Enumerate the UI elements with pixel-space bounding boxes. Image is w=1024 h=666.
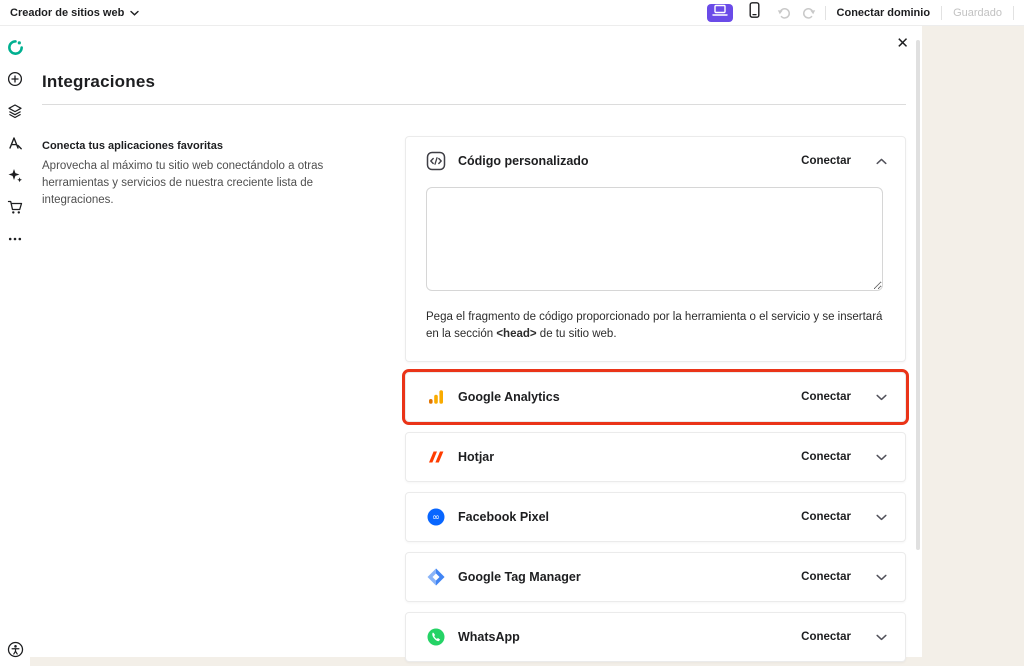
accessibility-icon[interactable] [6,640,24,658]
divider [941,6,942,20]
integration-name: Google Analytics [458,390,560,404]
card-header[interactable]: Código personalizado Conectar [406,137,905,185]
integration-card-custom-code: Código personalizado Conectar Pega el fr… [405,136,906,362]
whatsapp-icon [426,627,446,647]
connect-link[interactable]: Conectar [801,391,851,403]
card-header[interactable]: ∞ Facebook Pixel Conectar [406,493,905,541]
head-tag-text: <head> [496,328,536,340]
chevron-down-icon[interactable] [876,454,887,461]
integration-name: Google Tag Manager [458,570,581,584]
connect-link[interactable]: Conectar [801,451,851,463]
smartphone-icon [749,2,760,23]
help-text: de tu sitio web. [537,328,617,340]
integration-name: Facebook Pixel [458,510,549,524]
ai-sparkle-icon[interactable] [6,166,24,184]
divider [825,6,826,20]
top-bar: Creador de sitios web [0,0,1024,26]
hotjar-icon [426,447,446,467]
connect-link[interactable]: Conectar [801,511,851,523]
custom-code-body: Pega el fragmento de código proporcionad… [406,185,905,361]
custom-code-textarea[interactable] [426,187,883,291]
intro-title: Conecta tus aplicaciones favoritas [42,140,375,152]
sidebar [0,26,30,666]
connect-domain-button[interactable]: Conectar dominio [835,7,933,19]
custom-code-help: Pega el fragmento de código proporcionad… [426,309,883,343]
site-menu-dropdown[interactable]: Creador de sitios web [10,7,139,19]
modal-content: Conecta tus aplicaciones favoritas Aprov… [42,136,906,657]
chevron-down-icon[interactable] [876,514,887,521]
builder-logo-icon[interactable] [6,38,24,56]
intro-description: Aprovecha al máximo tu sitio web conectá… [42,158,375,209]
typography-icon[interactable] [6,134,24,152]
store-cart-icon[interactable] [6,198,24,216]
laptop-icon [712,4,728,22]
card-header[interactable]: Google Tag Manager Conectar [406,553,905,601]
chevron-down-icon[interactable] [876,634,887,641]
chevron-down-icon[interactable] [876,574,887,581]
chevron-up-icon[interactable] [876,158,887,165]
divider [1013,6,1014,20]
title-divider [42,104,906,105]
modal-scrollbar[interactable] [916,40,920,550]
integrations-list: Código personalizado Conectar Pega el fr… [405,136,906,657]
integration-name: Hotjar [458,450,494,464]
integration-card-google-tag-manager: Google Tag Manager Conectar [405,552,906,602]
layers-icon[interactable] [6,102,24,120]
close-icon[interactable]: ✕ [896,36,909,51]
more-options-icon[interactable] [6,230,24,248]
redo-icon[interactable] [801,6,816,20]
card-header[interactable]: WhatsApp Conectar [406,613,905,661]
card-header[interactable]: Hotjar Conectar [406,433,905,481]
facebook-pixel-icon: ∞ [426,507,446,527]
chevron-down-icon [130,7,139,19]
undo-icon[interactable] [777,6,792,20]
mobile-view-button[interactable] [742,4,768,22]
chevron-down-icon[interactable] [876,394,887,401]
card-header[interactable]: Google Analytics Conectar [406,373,905,421]
integration-card-whatsapp: WhatsApp Conectar [405,612,906,662]
google-analytics-icon [426,387,446,407]
add-element-icon[interactable] [6,70,24,88]
integration-card-hotjar: Hotjar Conectar [405,432,906,482]
connect-link[interactable]: Conectar [801,155,851,167]
help-text: Pega el fragmento de código proporcionad… [426,311,882,340]
desktop-view-button[interactable] [707,4,733,22]
integration-name: Código personalizado [458,154,589,168]
intro-column: Conecta tus aplicaciones favoritas Aprov… [42,136,375,657]
custom-code-icon [426,151,446,171]
integration-card-google-analytics: Google Analytics Conectar [405,372,906,422]
top-bar-actions: Conectar dominio Guardado [707,4,1014,22]
google-tag-manager-icon [426,567,446,587]
integration-card-facebook-pixel: ∞ Facebook Pixel Conectar [405,492,906,542]
site-menu-label: Creador de sitios web [10,7,124,19]
connect-link[interactable]: Conectar [801,571,851,583]
integrations-modal: ✕ Integraciones Conecta tus aplicaciones… [30,26,922,657]
svg-text:∞: ∞ [432,512,440,523]
page-title: Integraciones [42,72,155,92]
integration-name: WhatsApp [458,630,520,644]
website-builder-app: Creador de sitios web [0,0,1024,666]
connect-link[interactable]: Conectar [801,631,851,643]
saved-status: Guardado [951,7,1004,19]
